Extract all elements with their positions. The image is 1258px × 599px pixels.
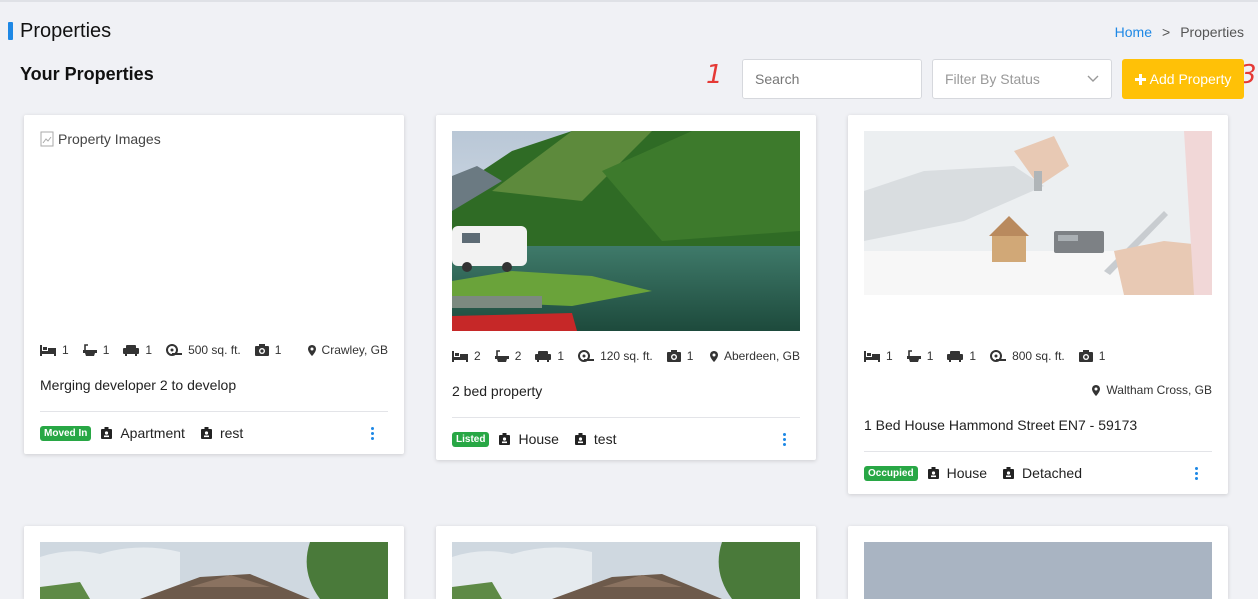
property-image-keys: [864, 131, 1212, 295]
plus-icon: [1134, 73, 1146, 85]
sofa-icon: [947, 351, 964, 362]
bed-icon: [452, 351, 468, 362]
section-title: Your Properties: [20, 64, 154, 84]
status-badge: Moved In: [40, 425, 92, 441]
id-badge-icon: [927, 467, 939, 479]
bed-icon: [864, 351, 880, 362]
location-text: Waltham Cross, GB: [1106, 383, 1212, 397]
beds-count: 2: [474, 349, 481, 363]
property-image-broken: Property Images: [40, 131, 388, 321]
add-property-label: Add Property: [1149, 71, 1232, 87]
property-location: Waltham Cross, GB: [1092, 383, 1212, 397]
property-image-house: [452, 542, 800, 599]
status-filter-select[interactable]: Filter By Status: [932, 59, 1112, 99]
status-filter-placeholder: Filter By Status: [945, 71, 1040, 87]
id-badge-icon: [574, 433, 586, 445]
pin-icon: [709, 350, 718, 362]
tape-measure-icon: [166, 344, 183, 356]
image-alt-text: Property Images: [58, 131, 161, 147]
sofa-icon: [123, 345, 140, 356]
property-title[interactable]: 2 bed property: [452, 383, 542, 399]
property-type: House: [946, 465, 988, 481]
camera-icon: [254, 344, 269, 356]
divider: [864, 451, 1212, 452]
camera-icon: [1078, 350, 1093, 362]
reception-count: 1: [969, 349, 977, 363]
kebab-menu-icon[interactable]: [783, 432, 786, 446]
property-image-placeholder: [864, 542, 1212, 599]
baths-count: 2: [514, 349, 522, 363]
kebab-menu-icon[interactable]: [1195, 466, 1198, 480]
bath-icon: [494, 350, 509, 362]
pin-icon: [307, 344, 316, 356]
status-badge: Listed: [452, 431, 490, 447]
breadcrumb-current: Properties: [1180, 24, 1244, 40]
sofa-icon: [535, 351, 552, 362]
beds-count: 1: [62, 343, 69, 357]
reception-count: 1: [557, 349, 565, 363]
location-text: Aberdeen, GB: [723, 349, 800, 363]
property-stats: 1 1 1 800 sq. ft. 1: [864, 349, 1212, 363]
property-image-lake: [452, 131, 800, 331]
baths-count: 1: [102, 343, 110, 357]
bed-icon: [40, 345, 56, 356]
status-badge: Occupied: [864, 465, 918, 481]
page-title-text: Properties: [20, 19, 112, 42]
property-subtype: test: [593, 431, 617, 447]
property-card[interactable]: 2 2 1 120 sq. ft. 1 Aberdeen, GB 2 bed p…: [436, 115, 816, 460]
area-value: 500 sq. ft.: [188, 343, 241, 357]
search-box: [742, 59, 922, 99]
tape-measure-icon: [990, 350, 1007, 362]
add-property-button[interactable]: Add Property: [1122, 59, 1244, 99]
page-title: Properties: [8, 20, 111, 42]
breadcrumb-separator: >: [1162, 24, 1171, 40]
breadcrumb: Home > Properties: [1115, 24, 1244, 40]
property-card[interactable]: [848, 526, 1228, 599]
property-card[interactable]: 1 1 1 800 sq. ft. 1 Waltham Cross, GB 1 …: [848, 115, 1228, 494]
top-border: [0, 0, 1258, 2]
camera-icon: [666, 350, 681, 362]
property-footer: Listed House test: [452, 431, 800, 447]
pin-icon: [1092, 384, 1101, 396]
property-card[interactable]: Property Images 1 1 1 500 sq. ft. 1 Craw…: [24, 115, 404, 454]
id-badge-icon: [1003, 467, 1015, 479]
property-type: House: [518, 431, 559, 447]
property-title[interactable]: Merging developer 2 to develop: [40, 377, 236, 393]
search-input[interactable]: [743, 60, 921, 98]
property-footer: Moved In Apartment rest: [40, 425, 388, 441]
location-text: Crawley, GB: [321, 343, 388, 357]
kebab-menu-icon[interactable]: [371, 426, 374, 440]
property-subtype: rest: [219, 425, 244, 441]
property-footer: Occupied House Detached: [864, 465, 1212, 481]
beds-count: 1: [886, 349, 893, 363]
breadcrumb-home-link[interactable]: Home: [1115, 24, 1152, 40]
property-stats: 2 2 1 120 sq. ft. 1 Aberdeen, GB: [452, 349, 800, 363]
baths-count: 1: [926, 349, 934, 363]
divider: [40, 411, 388, 412]
property-stats: 1 1 1 500 sq. ft. 1 Crawley, GB: [40, 343, 388, 357]
property-image-house: [40, 542, 388, 599]
property-type: Apartment: [120, 425, 185, 441]
property-card[interactable]: [436, 526, 816, 599]
property-card[interactable]: [24, 526, 404, 599]
property-subtype: Detached: [1022, 465, 1082, 481]
reception-count: 1: [145, 343, 153, 357]
id-badge-icon: [101, 427, 113, 439]
id-badge-icon: [499, 433, 511, 445]
area-value: 800 sq. ft.: [1012, 349, 1065, 363]
bath-icon: [82, 344, 97, 356]
divider: [452, 417, 800, 418]
title-accent-bar: [8, 22, 13, 40]
id-badge-icon: [200, 427, 212, 439]
tape-measure-icon: [578, 350, 595, 362]
bath-icon: [906, 350, 921, 362]
property-title[interactable]: 1 Bed House Hammond Street EN7 - 59173: [864, 417, 1137, 433]
photos-count: 1: [686, 349, 694, 363]
photos-count: 1: [1098, 349, 1106, 363]
broken-image-icon: [40, 131, 54, 147]
chevron-down-icon: [1087, 75, 1099, 82]
annotation-1: 1: [706, 60, 723, 90]
photos-count: 1: [274, 343, 282, 357]
area-value: 120 sq. ft.: [600, 349, 653, 363]
